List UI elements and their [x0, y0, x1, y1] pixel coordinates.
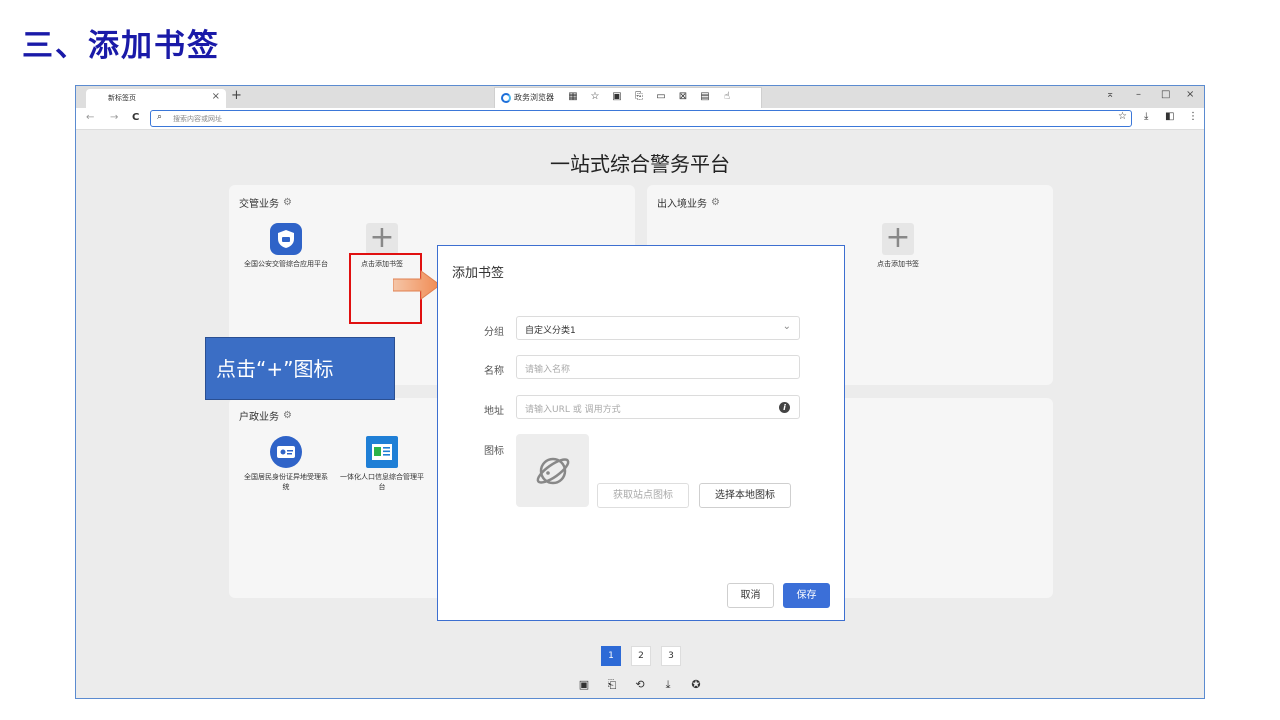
profile-card-icon [366, 436, 398, 468]
forward-icon[interactable]: → [110, 112, 118, 123]
close-window-button[interactable]: × [1186, 89, 1194, 100]
app-label: 全国居民身份证异地受理系统 [244, 473, 328, 491]
new-tab-button[interactable]: + [231, 88, 242, 103]
icon-label: 图标 [484, 446, 504, 457]
name-input[interactable]: 请输入名称 [516, 355, 800, 379]
browser-brand-label: 政务浏览器 [514, 93, 554, 102]
page-heading: 一站式综合警务平台 [550, 152, 730, 176]
card-icon[interactable]: ▤ [697, 91, 713, 102]
menu-icon[interactable]: ⋮ [1188, 111, 1198, 122]
extension-toolbar: 政务浏览器 ▦ ☆ ▣ ⎘ ▭ ⊠ ▤ ☝ [494, 87, 762, 109]
bookmark-manager-icon[interactable]: ⎗ [605, 678, 619, 692]
id-card-icon [270, 436, 302, 468]
app-id-card-system[interactable]: 全国居民身份证异地受理系统 [241, 436, 331, 492]
wallpaper-icon[interactable]: ▣ [577, 678, 591, 692]
sidebar-icon[interactable]: ◧ [1165, 111, 1174, 122]
pagination: 1 2 3 [601, 646, 681, 666]
page-content: 一站式综合警务平台 交管业务 ⚙ 全国公安交管综合应用平台 + 点击添加书签 出… [76, 130, 1204, 698]
card-title-label: 交管业务 [239, 199, 279, 210]
extension-icon[interactable]: ✪ [689, 678, 703, 692]
name-label: 名称 [484, 366, 504, 377]
planet-icon [536, 457, 569, 484]
chevron-down-icon: ⌄ [782, 321, 791, 332]
image-icon[interactable]: ▣ [609, 91, 625, 102]
reload-icon[interactable]: C [132, 112, 139, 123]
card-title: 出入境业务 ⚙ [657, 195, 720, 210]
dialog-title: 添加书签 [452, 266, 505, 281]
address-bar: ← → C ⌕ 搜索内容或网址 ☆ ⤓ ◧ ⋮ [76, 108, 1204, 130]
gear-icon[interactable]: ⚙ [283, 410, 292, 421]
instruction-callout: 点击“+”图标 [205, 337, 395, 400]
download-icon[interactable]: ⤓ [1144, 111, 1148, 122]
group-select[interactable]: 自定义分类1 ⌄ [516, 316, 800, 340]
gear-icon[interactable]: ⚙ [283, 197, 292, 208]
app-label: 全国公安交管综合应用平台 [244, 260, 328, 268]
icon-preview [516, 434, 589, 507]
page-button-1[interactable]: 1 [601, 646, 621, 666]
copy-icon[interactable]: ⎘ [631, 91, 647, 102]
choose-local-icon-button[interactable]: 选择本地图标 [699, 483, 791, 508]
plus-icon: + [882, 223, 914, 255]
hand-icon[interactable]: ☝ [719, 91, 735, 102]
app-label: 一体化人口信息综合管理平台 [340, 473, 424, 491]
download-icon[interactable]: ⤓ [661, 678, 675, 692]
cancel-button[interactable]: 取消 [727, 583, 774, 608]
info-icon[interactable]: i [779, 402, 790, 413]
app-population-platform[interactable]: 一体化人口信息综合管理平台 [337, 436, 427, 492]
browser-brand[interactable]: 政务浏览器 [501, 92, 554, 103]
add-bookmark-dialog: 添加书签 分组 自定义分类1 ⌄ 名称 请输入名称 地址 请输入URL 或 调用… [437, 245, 845, 621]
plus-icon: + [366, 223, 398, 255]
star-icon[interactable]: ☆ [587, 91, 603, 102]
bookmark-star-icon[interactable]: ☆ [1118, 111, 1127, 122]
pointer-arrow-icon [393, 270, 441, 300]
url-input[interactable]: 请输入URL 或 调用方式 i [516, 395, 800, 419]
fetch-site-icon-button[interactable]: 获取站点图标 [597, 483, 689, 508]
address-input[interactable]: ⌕ 搜索内容或网址 [150, 110, 1132, 127]
monitor-icon[interactable]: ▭ [653, 91, 669, 102]
maximize-button[interactable]: □ [1161, 89, 1170, 100]
tab-new-page[interactable]: 新标签页 × [86, 89, 226, 108]
app-traffic-platform[interactable]: 全国公安交管综合应用平台 [241, 223, 331, 269]
group-label: 分组 [484, 327, 504, 338]
history-icon[interactable]: ⟲ [633, 678, 647, 692]
collapse-icon[interactable]: ⌅ [1106, 89, 1114, 100]
tab-close-icon[interactable]: × [212, 91, 220, 102]
browser-window: 新标签页 × + 政务浏览器 ▦ ☆ ▣ ⎘ ▭ ⊠ ▤ ☝ ⌅ – □ × ←… [75, 85, 1205, 699]
bottom-toolbar: ▣ ⎗ ⟲ ⤓ ✪ [577, 678, 703, 692]
card-title: 户政业务 ⚙ [239, 408, 292, 423]
search-icon: ⌕ [157, 112, 163, 122]
card-title-label: 户政业务 [239, 412, 279, 423]
address-label: 地址 [484, 406, 504, 417]
app-label: 点击添加书签 [877, 260, 919, 268]
back-icon[interactable]: ← [86, 112, 94, 123]
tab-bar: 新标签页 × + 政务浏览器 ▦ ☆ ▣ ⎘ ▭ ⊠ ▤ ☝ ⌅ – □ × [76, 86, 1204, 109]
page-button-3[interactable]: 3 [661, 646, 681, 666]
page-button-2[interactable]: 2 [631, 646, 651, 666]
address-placeholder: 搜索内容或网址 [173, 115, 222, 123]
extension-icons: ▦ ☆ ▣ ⎘ ▭ ⊠ ▤ ☝ [565, 91, 735, 102]
card-title-label: 出入境业务 [657, 199, 707, 210]
screenshot-icon[interactable]: ⊠ [675, 91, 691, 102]
police-shield-icon [270, 223, 302, 255]
slide-title: 三、添加书签 [22, 28, 220, 64]
gear-icon[interactable]: ⚙ [711, 197, 720, 208]
name-placeholder: 请输入名称 [525, 365, 571, 375]
url-placeholder: 请输入URL 或 调用方式 [525, 405, 621, 415]
group-value: 自定义分类1 [525, 326, 576, 336]
minimize-button[interactable]: – [1136, 89, 1141, 100]
screen-icon[interactable]: ▦ [565, 91, 581, 102]
tab-title: 新标签页 [108, 94, 136, 102]
add-bookmark-tile[interactable]: + 点击添加书签 [853, 223, 943, 269]
browser-logo-icon [501, 92, 511, 103]
save-button[interactable]: 保存 [783, 583, 830, 608]
card-title: 交管业务 ⚙ [239, 195, 292, 210]
